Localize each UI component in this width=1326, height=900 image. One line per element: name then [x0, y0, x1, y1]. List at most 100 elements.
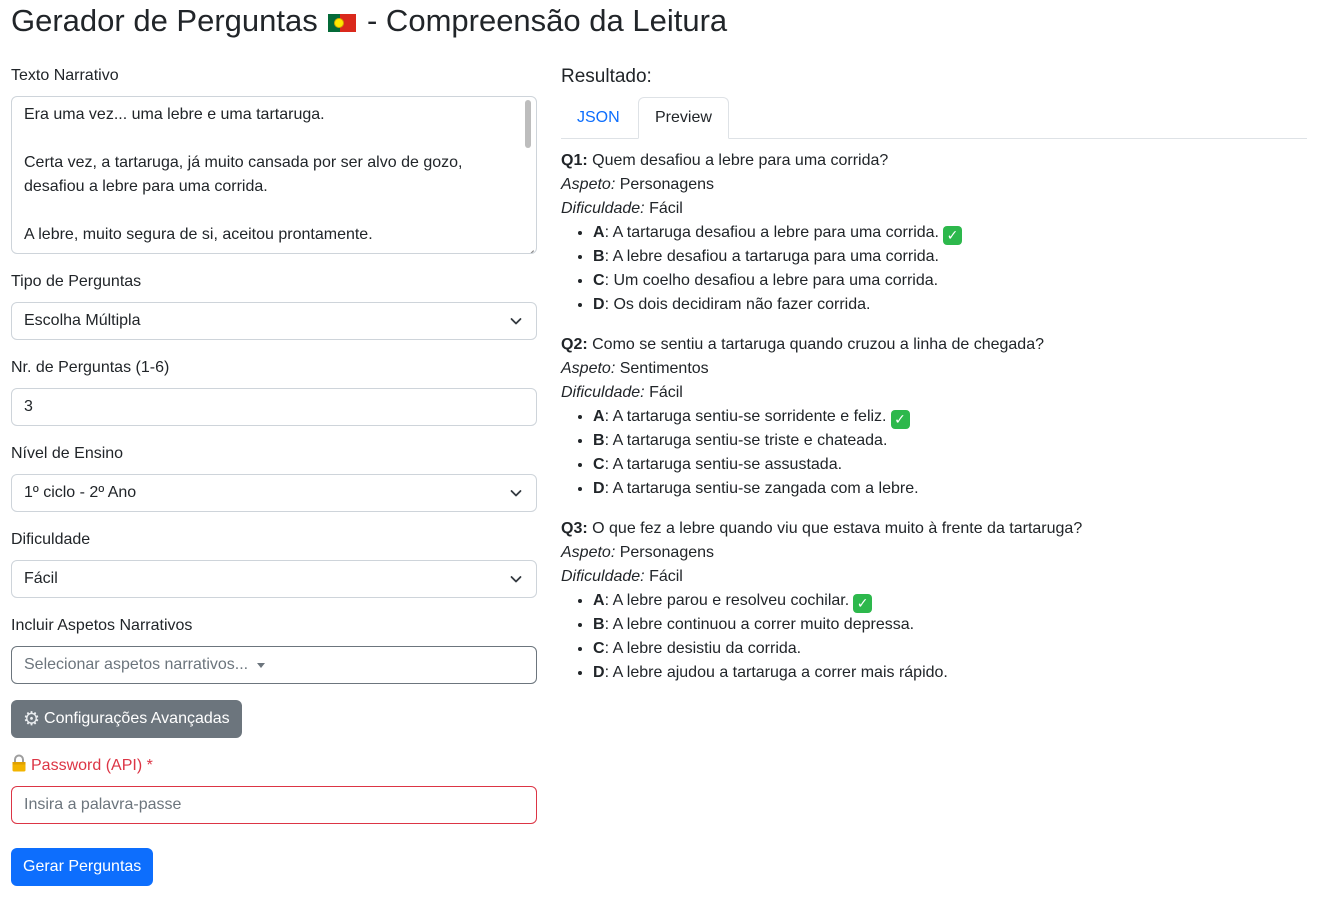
- question-list: Q1: Quem desafiou a lebre para uma corri…: [561, 149, 1307, 685]
- level-label: Nível de Ensino: [11, 445, 124, 462]
- portugal-flag-icon: [328, 14, 357, 32]
- option-text: : A tartaruga desafiou a lebre para uma …: [604, 224, 939, 241]
- aspect-value: Personagens: [619, 176, 715, 193]
- option-text: : A lebre desistiu da corrida.: [604, 640, 802, 657]
- level-group: Nível de Ensino 1º ciclo - 2º Ano: [11, 442, 537, 512]
- aspect-value: Sentimentos: [619, 360, 709, 377]
- option-key: D: [593, 296, 605, 313]
- option-key: D: [593, 664, 605, 681]
- option-item: A: A tartaruga sentiu-se sorridente e fe…: [593, 405, 1307, 429]
- option-key: A: [593, 592, 605, 609]
- option-item: D: A tartaruga sentiu-se zangada com a l…: [593, 477, 1307, 501]
- question-line: Q1: Quem desafiou a lebre para uma corri…: [561, 149, 1307, 173]
- difficulty-label: Dificuldade:: [561, 384, 645, 401]
- question-difficulty: Dificuldade: Fácil: [561, 197, 1307, 221]
- question-item: Q1: Quem desafiou a lebre para uma corri…: [561, 149, 1307, 317]
- option-text: : A lebre ajudou a tartaruga a correr ma…: [604, 664, 948, 681]
- question-difficulty: Dificuldade: Fácil: [561, 381, 1307, 405]
- option-item: A: A tartaruga desafiou a lebre para uma…: [593, 221, 1307, 245]
- option-text: : A tartaruga sentiu-se triste e chatead…: [604, 432, 888, 449]
- question-id: Q3:: [561, 520, 588, 537]
- option-text: : Os dois decidiram não fazer corrida.: [604, 296, 871, 313]
- aspects-group: Incluir Aspetos Narrativos Selecionar as…: [11, 614, 537, 684]
- chevron-down-icon: [510, 490, 522, 497]
- num-questions-input[interactable]: 3: [11, 388, 537, 426]
- check-mark-icon: ✓: [890, 410, 910, 429]
- password-placeholder: Insira a palavra-passe: [24, 796, 182, 813]
- advanced-settings-label: Configurações Avançadas: [44, 710, 230, 727]
- tab-preview[interactable]: Preview: [638, 97, 729, 139]
- num-questions-group: Nr. de Perguntas (1-6) 3: [11, 356, 537, 426]
- option-key: B: [593, 248, 605, 265]
- question-id: Q2:: [561, 336, 588, 353]
- aspects-multiselect[interactable]: Selecionar aspetos narrativos...: [11, 646, 537, 684]
- narrative-label: Texto Narrativo: [11, 67, 119, 84]
- result-panel: Resultado: JSON Preview Q1: Quem desafio…: [561, 64, 1307, 701]
- question-aspect: Aspeto: Personagens: [561, 173, 1307, 197]
- password-group: Password (API) * Insira a palavra-passe: [11, 754, 537, 824]
- aspect-label: Aspeto:: [561, 176, 616, 193]
- difficulty-value: Fácil: [649, 384, 683, 401]
- question-form: Texto Narrativo Era uma vez... uma lebre…: [11, 64, 537, 886]
- advanced-settings-button[interactable]: ⚙ Configurações Avançadas: [11, 700, 242, 738]
- option-key: A: [593, 408, 605, 425]
- aspect-label: Aspeto:: [561, 360, 616, 377]
- caret-down-icon: [257, 662, 266, 668]
- question-id: Q1:: [561, 152, 588, 169]
- question-line: Q3: O que fez a lebre quando viu que est…: [561, 517, 1307, 541]
- option-text: : Um coelho desafiou a lebre para uma co…: [604, 272, 939, 289]
- difficulty-value: Fácil: [24, 570, 58, 587]
- password-label-text: Password (API) *: [31, 757, 153, 774]
- level-value: 1º ciclo - 2º Ano: [24, 484, 137, 501]
- option-item: D: A lebre ajudou a tartaruga a correr m…: [593, 661, 1307, 685]
- option-text: : A lebre desafiou a tartaruga para uma …: [604, 248, 939, 265]
- option-key: C: [593, 272, 605, 289]
- option-item: C: A lebre desistiu da corrida.: [593, 637, 1307, 661]
- tab-json[interactable]: JSON: [561, 97, 636, 138]
- option-key: A: [593, 224, 605, 241]
- question-type-group: Tipo de Perguntas Escolha Múltipla: [11, 270, 537, 340]
- option-text: : A tartaruga sentiu-se assustada.: [604, 456, 843, 473]
- level-select[interactable]: 1º ciclo - 2º Ano: [11, 474, 537, 512]
- question-text: Quem desafiou a lebre para uma corrida?: [592, 152, 889, 169]
- generate-questions-button[interactable]: Gerar Perguntas: [11, 848, 154, 886]
- check-mark-icon: ✓: [853, 594, 873, 613]
- aspect-label: Aspeto:: [561, 544, 616, 561]
- option-text: : A lebre parou e resolveu cochilar.: [604, 592, 850, 609]
- option-item: C: A tartaruga sentiu-se assustada.: [593, 453, 1307, 477]
- question-difficulty: Dificuldade: Fácil: [561, 565, 1307, 589]
- difficulty-label: Dificuldade: [11, 531, 91, 548]
- num-questions-value: 3: [24, 398, 33, 415]
- result-tabs: JSON Preview: [561, 97, 1307, 139]
- narrative-group: Texto Narrativo Era uma vez... uma lebre…: [11, 64, 537, 254]
- narrative-textarea[interactable]: Era uma vez... uma lebre e uma tartaruga…: [11, 96, 537, 254]
- option-list: A: A tartaruga sentiu-se sorridente e fe…: [561, 405, 1307, 501]
- difficulty-label: Dificuldade:: [561, 568, 645, 585]
- option-key: C: [593, 640, 605, 657]
- question-type-value: Escolha Múltipla: [24, 312, 141, 329]
- narrative-scrollbar[interactable]: [523, 100, 533, 250]
- aspects-placeholder: Selecionar aspetos narrativos...: [24, 656, 249, 673]
- option-item: B: A lebre continuou a correr muito depr…: [593, 613, 1307, 637]
- option-text: : A lebre continuou a correr muito depre…: [604, 616, 915, 633]
- password-input[interactable]: Insira a palavra-passe: [11, 786, 537, 824]
- chevron-down-icon: [510, 576, 522, 583]
- resize-handle-icon[interactable]: [526, 243, 534, 251]
- narrative-text[interactable]: Era uma vez... uma lebre e uma tartaruga…: [12, 97, 536, 253]
- gear-icon: ⚙: [23, 708, 41, 730]
- question-type-select[interactable]: Escolha Múltipla: [11, 302, 537, 340]
- password-label: Password (API) *: [11, 754, 537, 778]
- question-text: O que fez a lebre quando viu que estava …: [592, 520, 1083, 537]
- question-aspect: Aspeto: Sentimentos: [561, 357, 1307, 381]
- chevron-down-icon: [510, 318, 522, 325]
- option-item: B: A tartaruga sentiu-se triste e chatea…: [593, 429, 1307, 453]
- difficulty-select[interactable]: Fácil: [11, 560, 537, 598]
- scroll-thumb[interactable]: [525, 100, 531, 148]
- option-list: A: A tartaruga desafiou a lebre para uma…: [561, 221, 1307, 317]
- question-aspect: Aspeto: Personagens: [561, 541, 1307, 565]
- page-title-sub: - Compreensão da Leitura: [367, 3, 728, 38]
- question-text: Como se sentiu a tartaruga quando cruzou…: [592, 336, 1044, 353]
- option-key: D: [593, 480, 605, 497]
- option-text: : A tartaruga sentiu-se zangada com a le…: [604, 480, 919, 497]
- option-key: B: [593, 616, 605, 633]
